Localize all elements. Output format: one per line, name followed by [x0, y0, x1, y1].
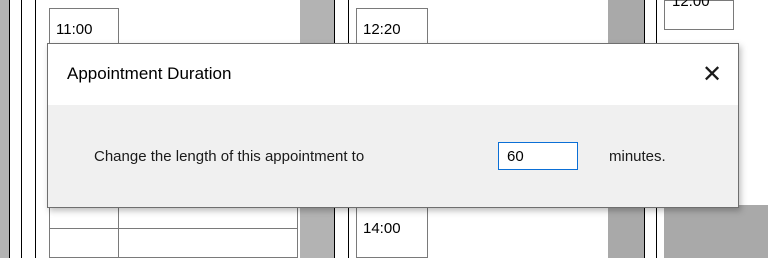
time-label: 12:20 [363, 21, 401, 38]
time-label: 11:00 [56, 21, 93, 38]
appointment-cell[interactable] [118, 228, 298, 258]
time-label: 14:00 [363, 220, 401, 237]
grid-line [35, 0, 36, 258]
units-label: minutes. [609, 148, 666, 165]
time-slot-cell[interactable] [49, 228, 119, 258]
time-slot-cell[interactable] [49, 205, 119, 230]
close-icon: ✕ [701, 60, 723, 88]
duration-input[interactable] [498, 142, 578, 170]
appointment-duration-dialog: Appointment Duration ✕ Change the length… [47, 43, 739, 208]
time-label: 12:00 [672, 0, 710, 10]
close-button[interactable]: ✕ [694, 56, 730, 92]
dialog-title: Appointment Duration [67, 64, 232, 83]
grid-line [9, 0, 10, 258]
appointment-cell[interactable] [118, 205, 298, 230]
calendar-scroll-strip [0, 0, 9, 258]
duration-row: Change the length of this appointment to… [48, 142, 738, 172]
dialog-titlebar[interactable]: Appointment Duration ✕ [48, 44, 738, 105]
calendar-empty-area [664, 205, 768, 258]
duration-prompt-label: Change the length of this appointment to [94, 148, 365, 165]
grid-line [21, 0, 22, 258]
